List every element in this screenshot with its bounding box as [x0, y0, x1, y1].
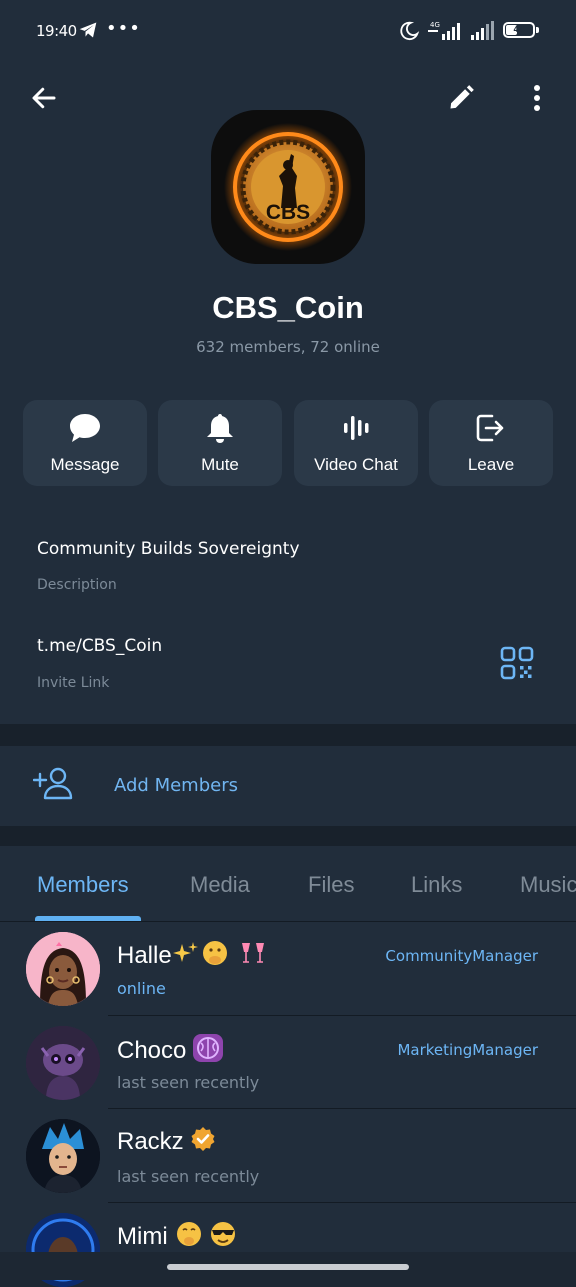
- description-label: Description: [37, 577, 117, 593]
- brain-icon: [192, 1033, 224, 1070]
- leave-icon: [429, 412, 553, 444]
- qr-code-icon: [500, 646, 534, 680]
- avatar-text: CBS: [266, 201, 310, 224]
- face-with-hand-icon: [200, 939, 230, 974]
- more-notifications-icon: •••: [106, 18, 141, 39]
- member-name: Choco: [117, 1036, 187, 1064]
- tab-music[interactable]: Music: [520, 872, 576, 898]
- invite-link[interactable]: t.me/CBS_Coin: [37, 636, 162, 656]
- member-name: Rackz: [117, 1127, 184, 1155]
- invite-link-label: Invite Link: [37, 675, 110, 691]
- home-indicator[interactable]: [167, 1264, 409, 1270]
- network-type: 4G: [430, 21, 440, 29]
- section-gap-2: [0, 826, 576, 846]
- more-options-button[interactable]: [513, 74, 561, 122]
- battery-tip: [536, 27, 539, 33]
- video-chat-button[interactable]: Video Chat: [294, 400, 418, 486]
- voice-wave-icon: [294, 412, 418, 444]
- tab-files[interactable]: Files: [308, 872, 354, 898]
- avatar[interactable]: [26, 932, 100, 1006]
- signal-icon: 4G: [428, 20, 464, 46]
- row-divider: [108, 1015, 576, 1016]
- member-name-row: Choco: [117, 1033, 224, 1070]
- tab-links[interactable]: Links: [411, 872, 462, 898]
- message-button[interactable]: Message: [23, 400, 147, 486]
- add-members-label: Add Members: [114, 775, 238, 796]
- member-name: Mimi: [117, 1222, 168, 1250]
- mute-button[interactable]: Mute: [158, 400, 282, 486]
- bell-icon: [158, 412, 282, 444]
- avatar[interactable]: [26, 1119, 100, 1193]
- tab-divider: [0, 921, 576, 922]
- group-title: CBS_Coin: [212, 290, 364, 325]
- leave-button[interactable]: Leave: [429, 400, 553, 486]
- edit-button[interactable]: [437, 74, 485, 122]
- sunglasses-face-icon: [208, 1220, 238, 1255]
- video-chat-label: Video Chat: [314, 455, 398, 474]
- member-name-row: Rackz: [117, 1126, 216, 1159]
- kebab-menu-icon: [534, 85, 540, 111]
- member-status: last seen recently: [117, 1167, 260, 1186]
- group-subtitle: 632 members, 72 online: [196, 338, 380, 356]
- shushing-face-icon: [174, 1220, 204, 1255]
- moon-icon: [398, 20, 420, 46]
- member-name: Halle: [117, 941, 172, 969]
- back-button[interactable]: [20, 74, 68, 122]
- group-avatar[interactable]: CBS: [211, 110, 365, 264]
- member-name-row: Halle: [117, 939, 268, 974]
- back-arrow-icon: [32, 87, 56, 109]
- battery-level: 44: [513, 25, 525, 34]
- avatar[interactable]: [26, 1026, 100, 1100]
- sparkles-icon: [172, 940, 200, 973]
- verified-badge-icon: [190, 1126, 216, 1159]
- status-time: 19:40: [36, 22, 77, 40]
- qr-code-button[interactable]: [500, 646, 536, 682]
- message-label: Message: [50, 455, 120, 474]
- add-user-icon: [32, 766, 73, 804]
- member-status: online: [117, 979, 166, 998]
- member-name-row: Mimi: [117, 1220, 238, 1255]
- row-divider: [108, 1202, 576, 1203]
- tab-media[interactable]: Media: [190, 872, 250, 898]
- telegram-icon: [78, 20, 98, 44]
- mute-label: Mute: [201, 455, 239, 474]
- glasses-toast-icon: [238, 940, 268, 973]
- pencil-icon: [450, 85, 474, 109]
- add-members-row[interactable]: [0, 746, 576, 826]
- member-status: last seen recently: [117, 1073, 260, 1092]
- tab-members[interactable]: Members: [37, 872, 129, 898]
- description-text: Community Builds Sovereignty: [37, 539, 300, 559]
- section-gap: [0, 724, 576, 746]
- cbs-coin-logo: CBS: [224, 123, 352, 251]
- leave-label: Leave: [467, 455, 515, 474]
- member-role: CommunityManager: [385, 947, 538, 965]
- row-divider: [108, 1108, 576, 1109]
- status-bar: 19:40 ••• 4G 44: [0, 0, 576, 64]
- member-role: MarketingManager: [397, 1041, 538, 1059]
- signal-2-icon: [470, 20, 496, 46]
- message-bubble-icon: [23, 412, 147, 444]
